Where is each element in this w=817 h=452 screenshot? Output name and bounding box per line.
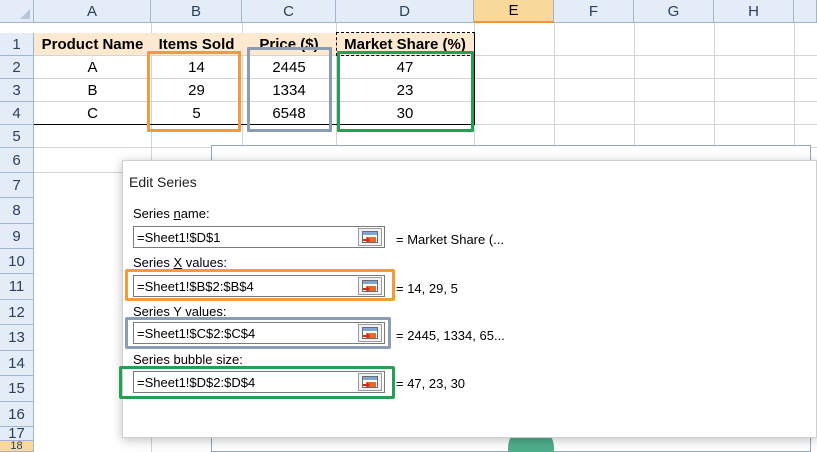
column-header-f[interactable]: F	[554, 0, 634, 23]
row-header-6[interactable]: 6	[0, 148, 34, 173]
series-name-collapse-button[interactable]	[358, 228, 382, 246]
column-header-g[interactable]: G	[634, 0, 714, 23]
cell-a4[interactable]: C	[34, 102, 151, 124]
series-y-highlight	[125, 317, 391, 349]
row-header-17[interactable]: 17	[0, 425, 34, 442]
series-x-highlight	[125, 269, 395, 301]
series-name-label: Series name:	[133, 206, 210, 221]
row-header-16[interactable]: 16	[0, 402, 34, 427]
dialog-title: Edit Series	[129, 174, 197, 190]
row-header-11[interactable]: 11	[0, 274, 34, 300]
series-x-label: Series X values:	[133, 255, 227, 270]
row-header-18[interactable]: 18	[0, 440, 34, 452]
row-header-10[interactable]: 10	[0, 249, 34, 274]
series-name-preview: = Market Share (...	[396, 232, 505, 247]
series-name-input[interactable]	[134, 227, 358, 247]
row-header-12[interactable]: 12	[0, 300, 34, 325]
row-header-2[interactable]: 2	[0, 56, 34, 79]
select-all-triangle-icon	[20, 9, 30, 19]
row-header-5[interactable]: 5	[0, 125, 34, 148]
column-header-e[interactable]: E	[474, 0, 554, 23]
series-name-field[interactable]	[133, 226, 385, 248]
series-y-preview: = 2445, 1334, 65...	[396, 328, 505, 343]
row-header-15[interactable]: 15	[0, 376, 34, 402]
y-values-range-highlight	[247, 47, 332, 132]
column-header-a[interactable]: A	[34, 0, 151, 23]
column-header-d[interactable]: D	[336, 0, 474, 23]
column-header-partial[interactable]	[794, 0, 817, 23]
row-header-9[interactable]: 9	[0, 224, 34, 249]
x-values-range-highlight	[147, 51, 241, 132]
cell-a3[interactable]: B	[34, 79, 151, 101]
column-header-c[interactable]: C	[242, 0, 336, 23]
row-header-14[interactable]: 14	[0, 351, 34, 376]
edit-series-dialog: Edit Series Series name: = Market Share …	[119, 160, 817, 438]
bubble-size-label: Series bubble size:	[133, 352, 243, 367]
bubble-size-range-highlight	[337, 51, 474, 132]
bubble-size-highlight	[119, 366, 395, 399]
bubble-size-preview: = 47, 23, 30	[396, 376, 466, 391]
cell-a2[interactable]: A	[34, 56, 151, 78]
column-header-h[interactable]: H	[714, 0, 794, 23]
select-all-corner[interactable]	[0, 0, 34, 23]
row-header-3[interactable]: 3	[0, 79, 34, 102]
row-header-13[interactable]: 13	[0, 325, 34, 351]
column-header-b[interactable]: B	[151, 0, 242, 23]
row-header-4[interactable]: 4	[0, 102, 34, 125]
cell-a1[interactable]: Product Name	[34, 33, 151, 55]
row-header-1[interactable]: 1	[0, 33, 34, 56]
range-selector-icon	[362, 231, 378, 243]
row-header-8[interactable]: 8	[0, 198, 34, 224]
series-x-preview: = 14, 29, 5	[396, 281, 458, 296]
row-header-7[interactable]: 7	[0, 173, 34, 198]
